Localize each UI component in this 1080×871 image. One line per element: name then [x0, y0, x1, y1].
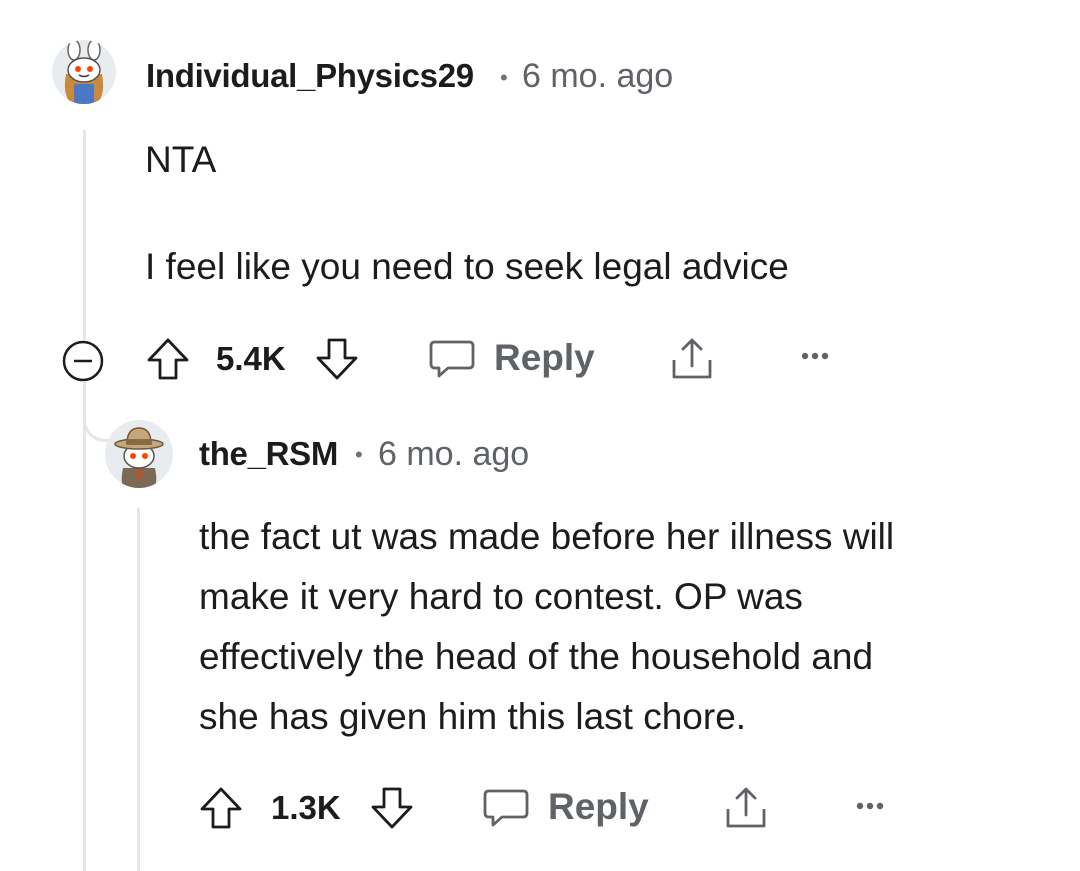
vote-score: 1.3K	[271, 789, 341, 826]
comment-body-line: effectively the head of the household an…	[199, 636, 874, 677]
speech-bubble-icon	[429, 340, 475, 378]
more-dots-icon	[856, 802, 884, 810]
comment-body-paragraph: I feel like you need to seek legal advic…	[145, 246, 789, 287]
reply-label: Reply	[548, 786, 649, 827]
downvote-button[interactable]	[314, 336, 360, 382]
comment-author[interactable]: Individual_Physics29	[146, 57, 474, 95]
downvote-arrow-icon	[316, 338, 358, 380]
more-options-button[interactable]	[800, 349, 830, 363]
comment-author[interactable]: the_RSM	[199, 435, 338, 473]
share-upload-icon	[672, 338, 712, 379]
more-dots-icon	[801, 352, 829, 360]
more-options-button[interactable]	[855, 799, 885, 813]
comment-body-line: the fact ut was made before her illness …	[199, 516, 895, 557]
thread-branch-curve	[83, 400, 113, 442]
avatar[interactable]	[52, 40, 116, 104]
comment-timestamp: 6 mo. ago	[522, 57, 674, 95]
meta-separator: •	[500, 65, 508, 90]
thread-line-main	[83, 130, 86, 340]
downvote-button[interactable]	[369, 785, 415, 831]
downvote-arrow-icon	[371, 787, 413, 829]
speech-bubble-icon	[483, 789, 529, 827]
comment-body-line: make it very hard to contest. OP was	[199, 576, 803, 617]
avatar[interactable]	[105, 420, 173, 488]
meta-separator: •	[355, 442, 363, 467]
upvote-arrow-icon	[147, 338, 189, 380]
thread-line-reply	[137, 508, 140, 871]
reply-button[interactable]: Reply	[482, 783, 649, 831]
thread-line-main-lower	[83, 382, 86, 871]
share-upload-icon	[726, 787, 766, 828]
comment-body-paragraph: NTA	[145, 139, 217, 180]
comment-body-line: she has given him this last chore.	[199, 696, 747, 737]
reply-label: Reply	[494, 337, 595, 378]
share-button[interactable]	[721, 783, 771, 833]
minus-circle-icon	[62, 340, 104, 382]
upvote-arrow-icon	[200, 787, 242, 829]
upvote-button[interactable]	[198, 785, 244, 831]
cowboy-snoo-avatar-icon	[114, 427, 164, 488]
share-button[interactable]	[667, 334, 717, 384]
comment-timestamp: 6 mo. ago	[378, 435, 530, 473]
upvote-button[interactable]	[145, 336, 191, 382]
bunny-snoo-avatar-icon	[64, 40, 104, 104]
vote-score: 5.4K	[216, 340, 286, 377]
collapse-thread-button[interactable]	[60, 338, 106, 384]
reply-button[interactable]: Reply	[428, 334, 595, 382]
